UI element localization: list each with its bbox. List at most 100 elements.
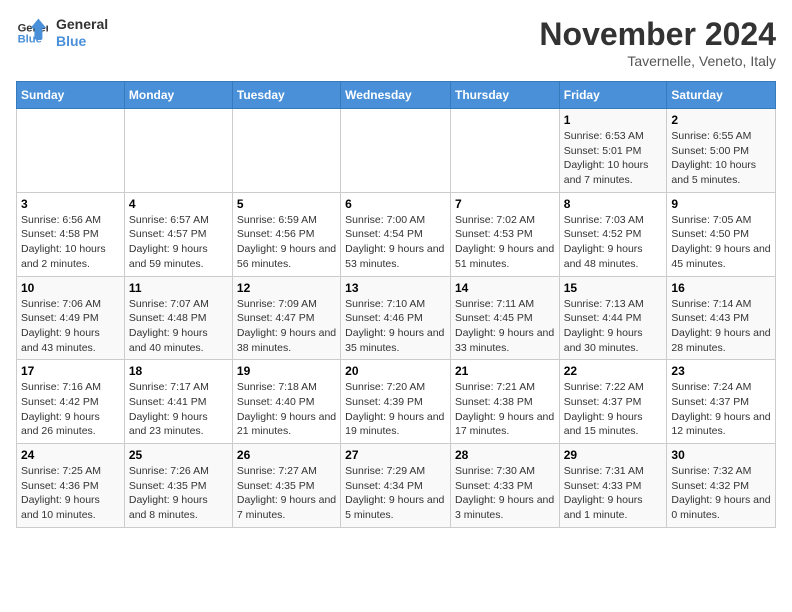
day-cell: 14Sunrise: 7:11 AM Sunset: 4:45 PM Dayli… (450, 276, 559, 360)
day-number: 10 (21, 281, 120, 295)
day-info: Sunrise: 7:22 AM Sunset: 4:37 PM Dayligh… (564, 380, 663, 439)
day-number: 17 (21, 364, 120, 378)
day-info: Sunrise: 7:13 AM Sunset: 4:44 PM Dayligh… (564, 297, 663, 356)
day-info: Sunrise: 7:07 AM Sunset: 4:48 PM Dayligh… (129, 297, 228, 356)
day-number: 20 (345, 364, 446, 378)
day-number: 24 (21, 448, 120, 462)
day-number: 13 (345, 281, 446, 295)
day-info: Sunrise: 7:27 AM Sunset: 4:35 PM Dayligh… (237, 464, 336, 523)
day-cell: 8 Sunrise: 7:03 AM Sunset: 4:52 PM Daylig… (559, 192, 667, 276)
day-info: Sunrise: 7:05 AM Sunset: 4:50 PM Dayligh… (671, 213, 771, 272)
day-number: 21 (455, 364, 555, 378)
day-number: 23 (671, 364, 771, 378)
day-number: 2 (671, 113, 771, 127)
logo-blue: Blue (56, 33, 108, 50)
day-number: 26 (237, 448, 336, 462)
day-cell: 18 Sunrise: 7:17 AM Sunset: 4:41 PM Dayli… (124, 360, 232, 444)
day-cell: 24 Sunrise: 7:25 AM Sunset: 4:36 PM Dayli… (17, 444, 125, 528)
day-cell (341, 109, 451, 193)
day-cell: 3Sunrise: 6:56 AM Sunset: 4:58 PM Daylig… (17, 192, 125, 276)
day-cell: 25 Sunrise: 7:26 AM Sunset: 4:35 PM Dayli… (124, 444, 232, 528)
logo-icon: General Blue (16, 17, 48, 49)
day-cell: 22Sunrise: 7:22 AM Sunset: 4:37 PM Dayli… (559, 360, 667, 444)
week-row-4: 17Sunrise: 7:16 AM Sunset: 4:42 PM Dayli… (17, 360, 776, 444)
header-sunday: Sunday (17, 82, 125, 109)
day-cell: 21 Sunrise: 7:21 AM Sunset: 4:38 PM Dayli… (450, 360, 559, 444)
day-cell: 28 Sunrise: 7:30 AM Sunset: 4:33 PM Dayli… (450, 444, 559, 528)
day-cell: 9 Sunrise: 7:05 AM Sunset: 4:50 PM Daylig… (667, 192, 776, 276)
header-wednesday: Wednesday (341, 82, 451, 109)
day-info: Sunrise: 6:57 AM Sunset: 4:57 PM Dayligh… (129, 213, 228, 272)
day-cell: 20 Sunrise: 7:20 AM Sunset: 4:39 PM Dayli… (341, 360, 451, 444)
day-info: Sunrise: 6:55 AM Sunset: 5:00 PM Dayligh… (671, 129, 771, 188)
day-info: Sunrise: 7:10 AM Sunset: 4:46 PM Dayligh… (345, 297, 446, 356)
day-info: Sunrise: 6:59 AM Sunset: 4:56 PM Dayligh… (237, 213, 336, 272)
day-number: 5 (237, 197, 336, 211)
logo-general: General (56, 16, 108, 33)
main-title: November 2024 (539, 16, 776, 53)
week-row-1: 1Sunrise: 6:53 AM Sunset: 5:01 PM Daylig… (17, 109, 776, 193)
day-info: Sunrise: 7:26 AM Sunset: 4:35 PM Dayligh… (129, 464, 228, 523)
day-cell: 26 Sunrise: 7:27 AM Sunset: 4:35 PM Dayli… (232, 444, 340, 528)
day-cell: 11Sunrise: 7:07 AM Sunset: 4:48 PM Dayli… (124, 276, 232, 360)
day-cell: 7 Sunrise: 7:02 AM Sunset: 4:53 PM Daylig… (450, 192, 559, 276)
day-cell: 4Sunrise: 6:57 AM Sunset: 4:57 PM Daylig… (124, 192, 232, 276)
day-cell: 12Sunrise: 7:09 AM Sunset: 4:47 PM Dayli… (232, 276, 340, 360)
header-friday: Friday (559, 82, 667, 109)
day-cell: 16 Sunrise: 7:14 AM Sunset: 4:43 PM Dayli… (667, 276, 776, 360)
page-header: General Blue General Blue November 2024 … (16, 16, 776, 69)
day-cell: 1Sunrise: 6:53 AM Sunset: 5:01 PM Daylig… (559, 109, 667, 193)
day-number: 15 (564, 281, 663, 295)
day-cell (17, 109, 125, 193)
day-info: Sunrise: 7:20 AM Sunset: 4:39 PM Dayligh… (345, 380, 446, 439)
week-row-3: 10 Sunrise: 7:06 AM Sunset: 4:49 PM Dayli… (17, 276, 776, 360)
week-row-5: 24 Sunrise: 7:25 AM Sunset: 4:36 PM Dayli… (17, 444, 776, 528)
day-info: Sunrise: 7:14 AM Sunset: 4:43 PM Dayligh… (671, 297, 771, 356)
header-saturday: Saturday (667, 82, 776, 109)
subtitle: Tavernelle, Veneto, Italy (539, 53, 776, 69)
day-number: 6 (345, 197, 446, 211)
day-number: 30 (671, 448, 771, 462)
day-info: Sunrise: 7:00 AM Sunset: 4:54 PM Dayligh… (345, 213, 446, 272)
day-cell: 17Sunrise: 7:16 AM Sunset: 4:42 PM Dayli… (17, 360, 125, 444)
day-number: 25 (129, 448, 228, 462)
day-cell: 15 Sunrise: 7:13 AM Sunset: 4:44 PM Dayli… (559, 276, 667, 360)
day-number: 28 (455, 448, 555, 462)
day-info: Sunrise: 7:03 AM Sunset: 4:52 PM Dayligh… (564, 213, 663, 272)
day-info: Sunrise: 7:02 AM Sunset: 4:53 PM Dayligh… (455, 213, 555, 272)
day-number: 3 (21, 197, 120, 211)
day-cell: 13 Sunrise: 7:10 AM Sunset: 4:46 PM Dayli… (341, 276, 451, 360)
title-block: November 2024 Tavernelle, Veneto, Italy (539, 16, 776, 69)
day-number: 29 (564, 448, 663, 462)
day-cell: 10 Sunrise: 7:06 AM Sunset: 4:49 PM Dayli… (17, 276, 125, 360)
day-number: 19 (237, 364, 336, 378)
calendar-table: SundayMondayTuesdayWednesdayThursdayFrid… (16, 81, 776, 528)
day-number: 8 (564, 197, 663, 211)
day-cell: 5 Sunrise: 6:59 AM Sunset: 4:56 PM Daylig… (232, 192, 340, 276)
day-cell: 29 Sunrise: 7:31 AM Sunset: 4:33 PM Dayli… (559, 444, 667, 528)
header-tuesday: Tuesday (232, 82, 340, 109)
day-cell: 27Sunrise: 7:29 AM Sunset: 4:34 PM Dayli… (341, 444, 451, 528)
day-number: 18 (129, 364, 228, 378)
day-info: Sunrise: 7:30 AM Sunset: 4:33 PM Dayligh… (455, 464, 555, 523)
header-monday: Monday (124, 82, 232, 109)
day-info: Sunrise: 7:17 AM Sunset: 4:41 PM Dayligh… (129, 380, 228, 439)
day-cell (124, 109, 232, 193)
day-number: 7 (455, 197, 555, 211)
day-number: 16 (671, 281, 771, 295)
day-info: Sunrise: 7:25 AM Sunset: 4:36 PM Dayligh… (21, 464, 120, 523)
day-number: 27 (345, 448, 446, 462)
day-info: Sunrise: 7:31 AM Sunset: 4:33 PM Dayligh… (564, 464, 663, 523)
day-cell (450, 109, 559, 193)
week-row-2: 3Sunrise: 6:56 AM Sunset: 4:58 PM Daylig… (17, 192, 776, 276)
day-number: 9 (671, 197, 771, 211)
day-cell: 6 Sunrise: 7:00 AM Sunset: 4:54 PM Daylig… (341, 192, 451, 276)
day-cell: 19Sunrise: 7:18 AM Sunset: 4:40 PM Dayli… (232, 360, 340, 444)
calendar-header-row: SundayMondayTuesdayWednesdayThursdayFrid… (17, 82, 776, 109)
day-info: Sunrise: 7:06 AM Sunset: 4:49 PM Dayligh… (21, 297, 120, 356)
logo: General Blue General Blue (16, 16, 108, 50)
day-cell: 30 Sunrise: 7:32 AM Sunset: 4:32 PM Dayli… (667, 444, 776, 528)
day-info: Sunrise: 7:21 AM Sunset: 4:38 PM Dayligh… (455, 380, 555, 439)
day-info: Sunrise: 7:32 AM Sunset: 4:32 PM Dayligh… (671, 464, 771, 523)
day-info: Sunrise: 6:53 AM Sunset: 5:01 PM Dayligh… (564, 129, 663, 188)
